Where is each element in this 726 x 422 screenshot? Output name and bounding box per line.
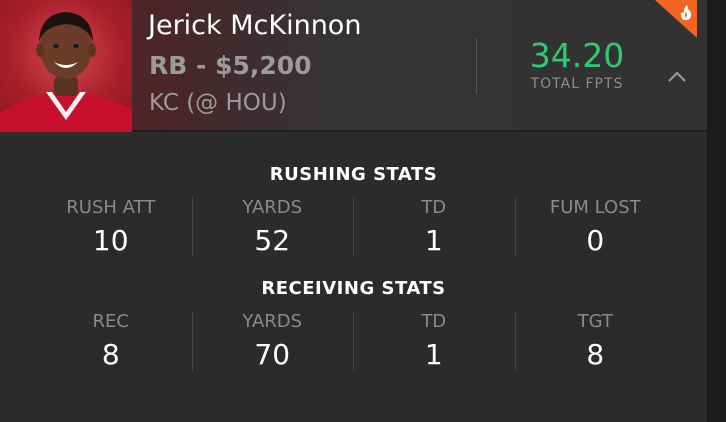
stat-label: TGT [577, 311, 613, 332]
player-matchup: KC (@ HOU) [149, 90, 287, 116]
stat-rec-td: TD 1 [353, 311, 515, 371]
stat-label: TD [421, 311, 447, 332]
fire-icon [655, 0, 697, 38]
player-name: Jerick McKinnon [148, 10, 362, 41]
stat-rec-yards: YARDS 70 [191, 311, 354, 371]
player-headshot [0, 0, 132, 132]
chevron-up-icon[interactable] [666, 66, 688, 88]
stat-tgt: TGT 8 [514, 311, 677, 371]
total-fpts-value: 34.20 [529, 36, 625, 75]
stat-label: FUM LOST [549, 197, 641, 218]
stat-label: REC [92, 311, 129, 332]
stat-value: 8 [586, 338, 605, 371]
stat-value: 10 [92, 224, 129, 257]
player-position-salary: RB - $5,200 [149, 51, 312, 80]
rushing-stats-title: RUSHING STATS [269, 164, 438, 185]
player-header[interactable]: Jerick McKinnon RB - $5,200 KC (@ HOU) 3… [0, 0, 707, 132]
stat-rush-att: RUSH ATT 10 [30, 197, 192, 257]
stat-label: RUSH ATT [66, 197, 156, 218]
stat-value: 70 [254, 338, 291, 371]
stat-fum-lost: FUM LOST 0 [514, 197, 677, 257]
stat-value: 1 [424, 338, 443, 371]
stat-rush-yards: YARDS 52 [191, 197, 354, 257]
stat-value: 52 [254, 224, 291, 257]
stat-rec: REC 8 [30, 311, 192, 371]
stat-label: YARDS [242, 311, 303, 332]
stat-label: YARDS [242, 197, 303, 218]
stat-label: TD [421, 197, 447, 218]
total-fpts-label: TOTAL FPTS [530, 76, 624, 92]
receiving-stats-title: RECEIVING STATS [261, 278, 446, 299]
header-divider [476, 38, 477, 94]
stat-value: 1 [424, 224, 443, 257]
stat-value: 0 [586, 224, 605, 257]
scrollbar-track[interactable] [707, 0, 726, 422]
stat-value: 8 [101, 338, 120, 371]
receiving-stats-row: REC 8 YARDS 70 TD 1 TGT 8 [30, 311, 676, 371]
stat-rush-td: TD 1 [353, 197, 515, 257]
rushing-stats-row: RUSH ATT 10 YARDS 52 TD 1 FUM LOST 0 [30, 197, 676, 257]
